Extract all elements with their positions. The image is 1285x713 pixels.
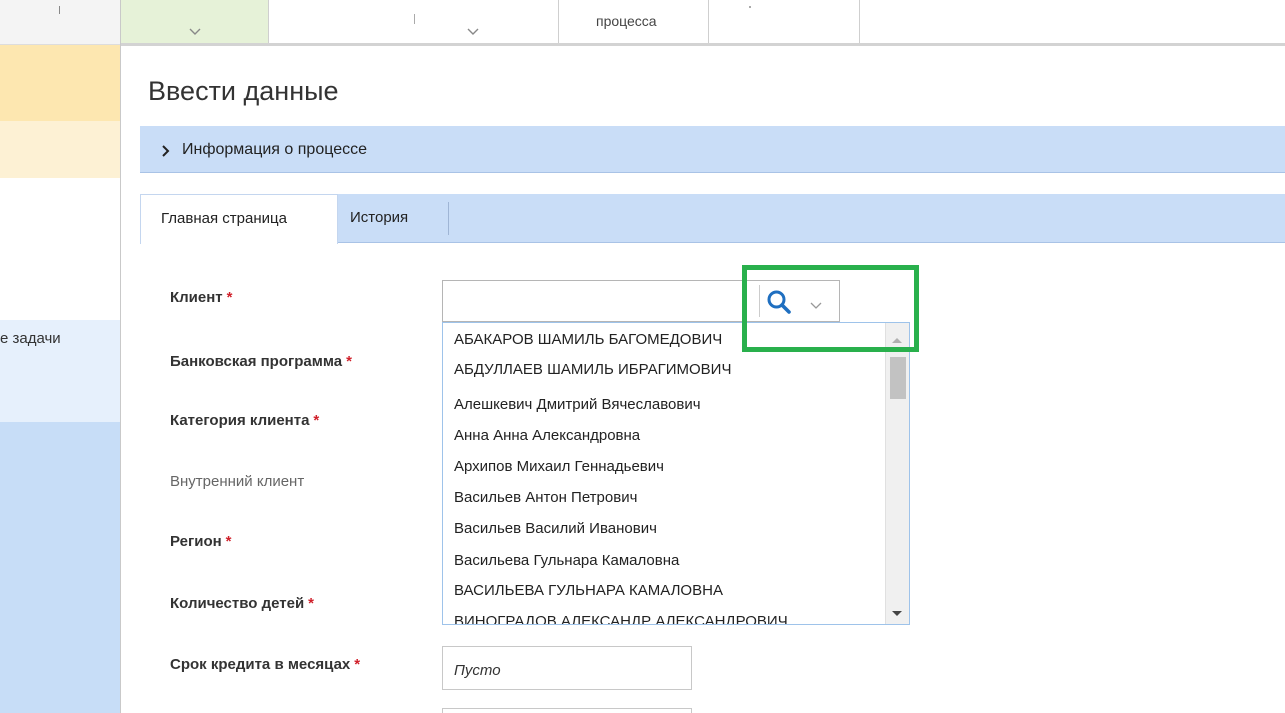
- loan-term-input[interactable]: Пусто: [442, 646, 692, 690]
- tab-main-page[interactable]: Главная страница: [140, 194, 338, 244]
- top-filter-strip: процесса: [121, 0, 1285, 46]
- sidebar-divider: [120, 0, 121, 713]
- search-icon[interactable]: [766, 289, 792, 315]
- column-resize-mark: [414, 14, 415, 24]
- list-item[interactable]: Архипов Михаил Геннадьевич: [454, 458, 664, 475]
- required-marker: *: [313, 412, 320, 429]
- client-label: Клиент *: [170, 289, 233, 306]
- list-item[interactable]: АБДУЛЛАЕВ ШАМИЛЬ ИБРАГИМОВИЧ: [454, 361, 731, 378]
- list-item[interactable]: Васильева Гульнара Камаловна: [454, 552, 679, 569]
- list-item[interactable]: Васильев Василий Иванович: [454, 520, 657, 537]
- page-title: Ввести данные: [148, 76, 339, 106]
- scroll-up-icon[interactable]: [891, 331, 903, 349]
- client-combobox[interactable]: [442, 280, 840, 322]
- sidebar-panel: [0, 422, 120, 713]
- left-sidebar: е задачи: [0, 0, 120, 713]
- chevron-down-icon[interactable]: [810, 297, 822, 315]
- column-mark: [749, 6, 751, 8]
- chevron-down-icon[interactable]: [188, 27, 202, 37]
- sidebar-item-secondary[interactable]: [0, 121, 120, 178]
- required-marker: *: [225, 533, 232, 550]
- next-field-input[interactable]: [442, 708, 692, 713]
- tab-history[interactable]: История: [350, 209, 408, 226]
- client-category-label: Категория клиента *: [170, 412, 320, 429]
- internal-client-label: Внутренний клиент: [170, 473, 305, 490]
- process-info-label: Информация о процессе: [182, 141, 367, 158]
- combo-divider: [759, 285, 760, 317]
- tabs-bar: Главная страница История: [140, 194, 1285, 244]
- region-label: Регион *: [170, 533, 232, 550]
- scrollbar-thumb[interactable]: [890, 357, 906, 399]
- required-marker: *: [308, 595, 315, 612]
- sidebar-item-highlighted[interactable]: [0, 45, 120, 121]
- loan-term-placeholder: Пусто: [454, 662, 501, 679]
- list-item[interactable]: Алешкевич Дмитрий Вячеславович: [454, 396, 701, 413]
- process-info-toggle[interactable]: Информация о процессе: [140, 126, 1285, 173]
- top-filter-cell-active[interactable]: [121, 0, 269, 43]
- children-count-label: Количество детей *: [170, 595, 315, 612]
- column-divider: [558, 0, 559, 43]
- loan-term-label: Срок кредита в месяцах *: [170, 656, 361, 673]
- list-item[interactable]: Васильев Антон Петрович: [454, 489, 637, 506]
- scroll-down-icon[interactable]: [891, 604, 903, 622]
- bank-program-label: Банковская программа *: [170, 353, 352, 370]
- required-marker: *: [354, 656, 361, 673]
- dropdown-scrollbar[interactable]: [885, 323, 909, 624]
- list-item[interactable]: ВИНОГРАДОВ АЛЕКСАНДР АЛЕКСАНДРОВИЧ: [454, 613, 788, 624]
- column-divider: [859, 0, 860, 43]
- chevron-down-icon[interactable]: [466, 27, 480, 37]
- chevron-right-icon: [161, 144, 171, 162]
- sidebar-task-label[interactable]: е задачи: [0, 330, 61, 347]
- list-item[interactable]: ВАСИЛЬЕВА ГУЛЬНАРА КАМАЛОВНА: [454, 582, 723, 599]
- sidebar-header: [0, 0, 120, 45]
- column-header-process: процесса: [596, 13, 657, 29]
- tab-divider: [448, 202, 449, 235]
- required-marker: *: [346, 353, 352, 370]
- column-divider: [708, 0, 709, 43]
- list-item[interactable]: Анна Анна Александровна: [454, 427, 640, 444]
- app-window: е задачи процесса Ввести данные Информац…: [0, 0, 1285, 713]
- list-item[interactable]: АБАКАРОВ ШАМИЛЬ БАГОМЕДОВИЧ: [454, 331, 722, 348]
- client-dropdown-list[interactable]: АБАКАРОВ ШАМИЛЬ БАГОМЕДОВИЧ АБДУЛЛАЕВ ША…: [442, 322, 910, 625]
- tab-main-page-label: Главная страница: [161, 210, 287, 227]
- required-marker: *: [226, 289, 233, 306]
